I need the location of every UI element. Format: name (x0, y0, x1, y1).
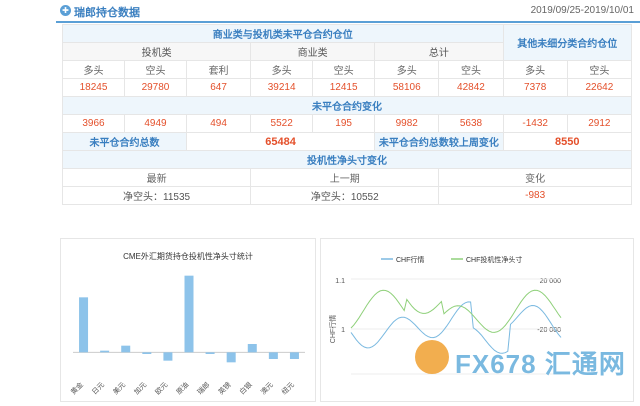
bar (247, 344, 257, 353)
subgroup-total: 总计 (374, 42, 504, 61)
left-tick-label: 1.1 (335, 278, 345, 285)
position-cell: 18245 (62, 78, 125, 97)
spec-previous: 净空头：10552 (250, 186, 440, 205)
add-circle-icon: ✚ (60, 5, 71, 16)
oi-change-value: 8550 (502, 132, 633, 151)
bar (142, 352, 152, 354)
position-cell: 39214 (250, 78, 314, 97)
oi-total-label: 未平仓合约总数 (62, 132, 187, 151)
column-header: 空头 (123, 60, 187, 79)
bar (163, 352, 173, 361)
position-cell: 22642 (566, 78, 633, 97)
change-cell: 494 (185, 114, 252, 133)
spec-col-change: 变化 (438, 168, 632, 187)
tick-label: 美元 (111, 380, 127, 396)
bar (289, 352, 299, 359)
column-header: 多头 (374, 60, 440, 79)
change-cell: 3966 (62, 114, 125, 133)
bar (121, 345, 131, 353)
spec-col-latest: 最新 (61, 168, 252, 187)
column-header: 空头 (312, 60, 376, 79)
position-cell: 58106 (374, 78, 440, 97)
page-title: 瑞郎持仓数据 (74, 7, 140, 19)
legend-label: CHF投机性净头寸 (466, 255, 522, 264)
oi-total-value: 65484 (185, 132, 376, 151)
watermark-logo (415, 340, 449, 374)
date-range: 2019/09/25-2019/10/01 (530, 5, 634, 16)
change-cell: 9982 (374, 114, 440, 133)
tick-label: 加元 (132, 380, 148, 396)
bar (205, 352, 215, 354)
watermark-text: FX678 汇通网 (455, 349, 626, 379)
spec-latest: 净空头：11535 (61, 186, 252, 205)
subgroup-speculative: 投机类 (61, 42, 252, 61)
watermark: FX678 汇通网 (415, 340, 635, 384)
column-header: 多头 (62, 60, 125, 79)
tick-label: 原油 (174, 380, 190, 396)
header-divider (56, 21, 640, 23)
position-cell: 647 (185, 78, 252, 97)
bar (100, 350, 110, 353)
oi-change-label: 未平仓合约总数较上周变化 (374, 132, 504, 151)
change-header: 未平仓合约变化 (62, 96, 632, 115)
spec-header: 投机性净头寸变化 (62, 150, 632, 169)
bar (268, 352, 278, 359)
column-header: 多头 (502, 60, 568, 79)
change-cell: 195 (312, 114, 376, 133)
tick-label: 黄金 (69, 380, 85, 396)
position-cell: 29780 (123, 78, 187, 97)
bar-chart-panel: CME外汇期货持仓投机性净头寸统计黄金 日元 美元 加元 欧元 原油 瑞郎 英镑 白银 澳元 纽元 (60, 238, 316, 402)
bar (184, 275, 194, 353)
y-axis-label: CHF行情 (328, 315, 337, 343)
tick-label: 白银 (237, 380, 253, 396)
change-cell: 4949 (123, 114, 187, 133)
spec-change: -983 (438, 186, 632, 205)
spec-col-previous: 上一期 (250, 168, 440, 187)
tick-label: 欧元 (153, 380, 169, 396)
tick-label: 瑞郎 (195, 380, 211, 396)
position-cell: 12415 (312, 78, 376, 97)
tick-label: 日元 (90, 381, 106, 397)
change-cell: 2912 (566, 114, 633, 133)
position-cell: 42842 (438, 78, 504, 97)
change-cell: 5522 (250, 114, 314, 133)
other-header: 其他未细分类合约仓位 (502, 24, 633, 61)
legend-label: CHF行情 (396, 255, 424, 264)
column-header: 空头 (438, 60, 504, 79)
bar (79, 297, 89, 353)
page-header: ✚ 瑞郎持仓数据 2019/09/25-2019/10/01 (0, 0, 640, 23)
positions-table: 商业类与投机类未平仓合约仓位 其他未细分类合约仓位 投机类 商业类 总计 多头 … (61, 24, 633, 205)
group-header: 商业类与投机类未平仓合约仓位 (62, 24, 504, 43)
bar (226, 352, 236, 363)
column-header: 套利 (185, 60, 252, 79)
chart-title: CME外汇期货持仓投机性净头寸统计 (123, 251, 253, 261)
change-cell: -1432 (502, 114, 568, 133)
tick-label: 英镑 (216, 380, 232, 396)
column-header: 多头 (250, 60, 314, 79)
tick-label: 纽元 (280, 380, 296, 396)
left-tick-label: 1 (341, 327, 345, 334)
tick-label: 澳元 (259, 380, 275, 396)
subgroup-commercial: 商业类 (250, 42, 376, 61)
column-header: 空头 (566, 60, 633, 79)
change-cell: 5638 (438, 114, 504, 133)
bar-chart: CME外汇期货持仓投机性净头寸统计黄金 日元 美元 加元 欧元 原油 瑞郎 英镑 白银 澳元 纽元 (69, 251, 305, 397)
position-cell: 7378 (502, 78, 568, 97)
